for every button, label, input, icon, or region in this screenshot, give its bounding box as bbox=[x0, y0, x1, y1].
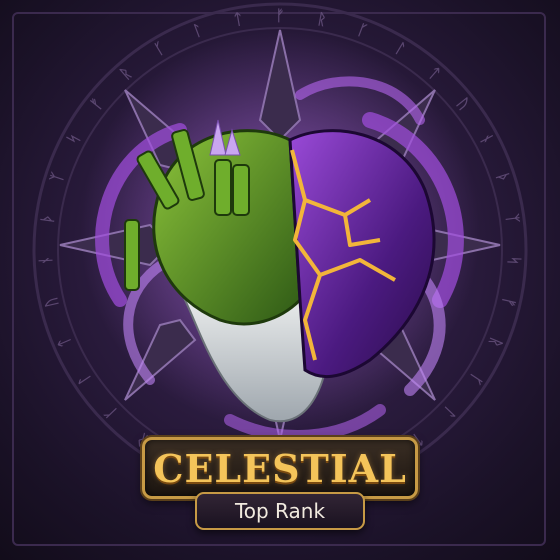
rank-subtitle: Top Rank bbox=[234, 499, 326, 523]
title-plate: CELESTIAL bbox=[142, 437, 418, 499]
subtitle-plate: Top Rank bbox=[195, 492, 365, 530]
rank-title: CELESTIAL bbox=[153, 445, 407, 491]
rank-badge-card: ᚠᚱᚴᛚᛏᚢᚾᚦᛉᛋᚠᚱᚴᛚᛏᚢᚾᚦᛉᛋᚠᚱᚴᛚᛏᚢᚾᚦᛉᛋᚠᚱᚴᛚᛏ bbox=[0, 0, 560, 560]
